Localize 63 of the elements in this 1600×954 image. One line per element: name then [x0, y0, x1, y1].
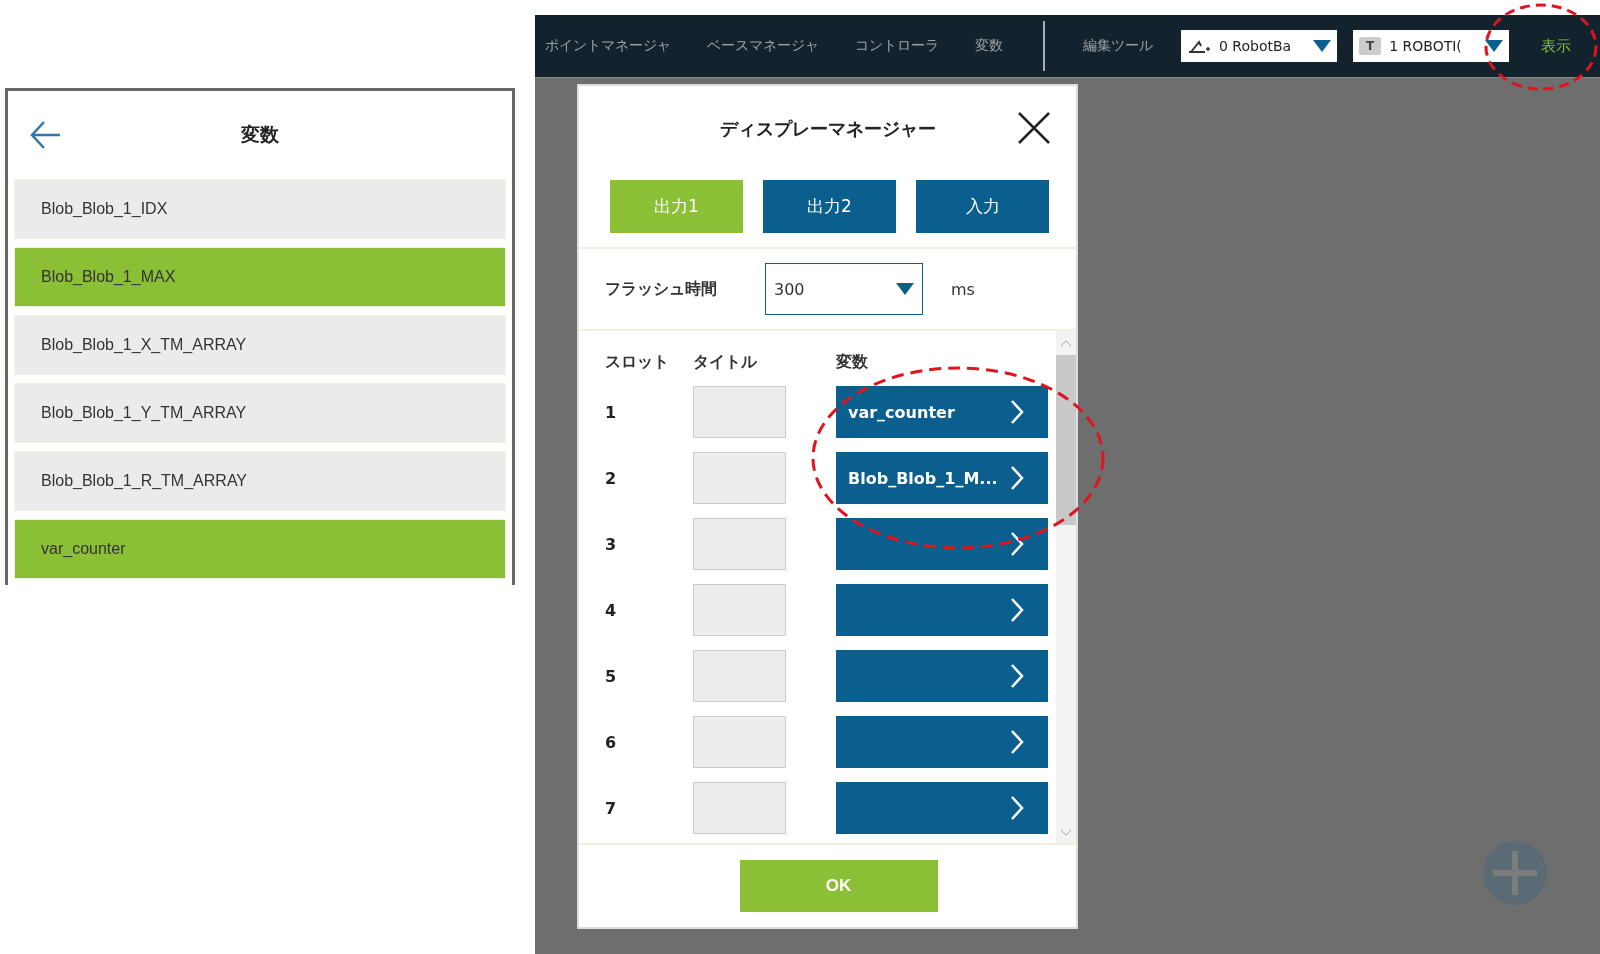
variable-list-item[interactable]: var_counter: [14, 519, 506, 579]
slot-number: 4: [605, 600, 618, 620]
chevron-right-icon: [1010, 597, 1024, 623]
base-icon: [1187, 38, 1211, 54]
variable-button[interactable]: [836, 650, 1048, 702]
column-header: タイトル: [693, 351, 758, 373]
slot-number: 7: [605, 798, 618, 818]
variable-list-item[interactable]: Blob_Blob_1_Y_TM_ARRAY: [14, 383, 506, 443]
title-field[interactable]: [693, 782, 786, 834]
variable-button[interactable]: [836, 782, 1048, 834]
menu-item[interactable]: コントローラ: [855, 37, 939, 55]
variable-list-item[interactable]: Blob_Blob_1_MAX: [14, 247, 506, 307]
variable-button[interactable]: [836, 716, 1048, 768]
variable-button[interactable]: Blob_Blob_1_M...: [836, 452, 1048, 504]
slot-number: 3: [605, 534, 618, 554]
column-header: スロット: [605, 351, 670, 373]
variable-button[interactable]: [836, 584, 1048, 636]
variable-list-item[interactable]: Blob_Blob_1_R_TM_ARRAY: [14, 451, 506, 511]
variable-button[interactable]: var_counter: [836, 386, 1048, 438]
title-field[interactable]: [693, 716, 786, 768]
dropdown-arrow-icon: [1313, 40, 1331, 52]
dropdown-arrow-icon: [896, 283, 914, 295]
unit-label: ms: [951, 279, 975, 299]
add-icon[interactable]: [1483, 841, 1547, 905]
dropdown[interactable]: 0 RobotBa: [1181, 30, 1337, 62]
scrollbar-thumb[interactable]: [1056, 355, 1076, 525]
tab[interactable]: 出力2: [763, 180, 896, 233]
scroll-down-icon[interactable]: [1060, 829, 1072, 837]
scrollbar[interactable]: [1056, 331, 1076, 843]
variable-list-item[interactable]: Blob_Blob_1_X_TM_ARRAY: [14, 315, 506, 375]
menu-item[interactable]: ポイントマネージャ: [545, 37, 671, 55]
flash-time-label: フラッシュ時間: [605, 278, 718, 300]
chevron-right-icon: [1010, 663, 1024, 689]
slot-number: 2: [605, 468, 618, 488]
tab[interactable]: 入力: [916, 180, 1049, 233]
column-header: 変数: [836, 351, 869, 373]
scroll-up-icon[interactable]: [1060, 339, 1072, 347]
chevron-right-icon: [1010, 795, 1024, 821]
menu-item[interactable]: 編集ツール: [1083, 37, 1153, 55]
flash-time-select[interactable]: 300: [765, 263, 923, 315]
chevron-right-icon: [1010, 729, 1024, 755]
panel-title: 変数: [241, 122, 279, 147]
title-field[interactable]: [693, 584, 786, 636]
title-field[interactable]: [693, 386, 786, 438]
close-icon[interactable]: [1016, 110, 1052, 146]
chevron-right-icon: [1010, 531, 1024, 557]
variable-button[interactable]: [836, 518, 1048, 570]
slot-number: 1: [605, 402, 618, 422]
title-field[interactable]: [693, 452, 786, 504]
title-field[interactable]: [693, 650, 786, 702]
variable-list-item[interactable]: Blob_Blob_1_IDX: [14, 179, 506, 239]
display-button[interactable]: 表示: [1535, 28, 1577, 64]
menu-item[interactable]: 変数: [975, 37, 1003, 55]
chevron-right-icon: [1010, 399, 1024, 425]
dropdown-arrow-icon: [1485, 40, 1503, 52]
chevron-right-icon: [1010, 465, 1024, 491]
title-field[interactable]: [693, 518, 786, 570]
dropdown[interactable]: T 1 ROBOTI(: [1353, 30, 1509, 62]
slot-number: 6: [605, 732, 618, 752]
menu-item[interactable]: ベースマネージャ: [707, 37, 819, 55]
slot-number: 5: [605, 666, 618, 686]
tool-badge: T: [1359, 37, 1382, 55]
dialog-title: ディスプレーマネージャー: [719, 117, 936, 141]
